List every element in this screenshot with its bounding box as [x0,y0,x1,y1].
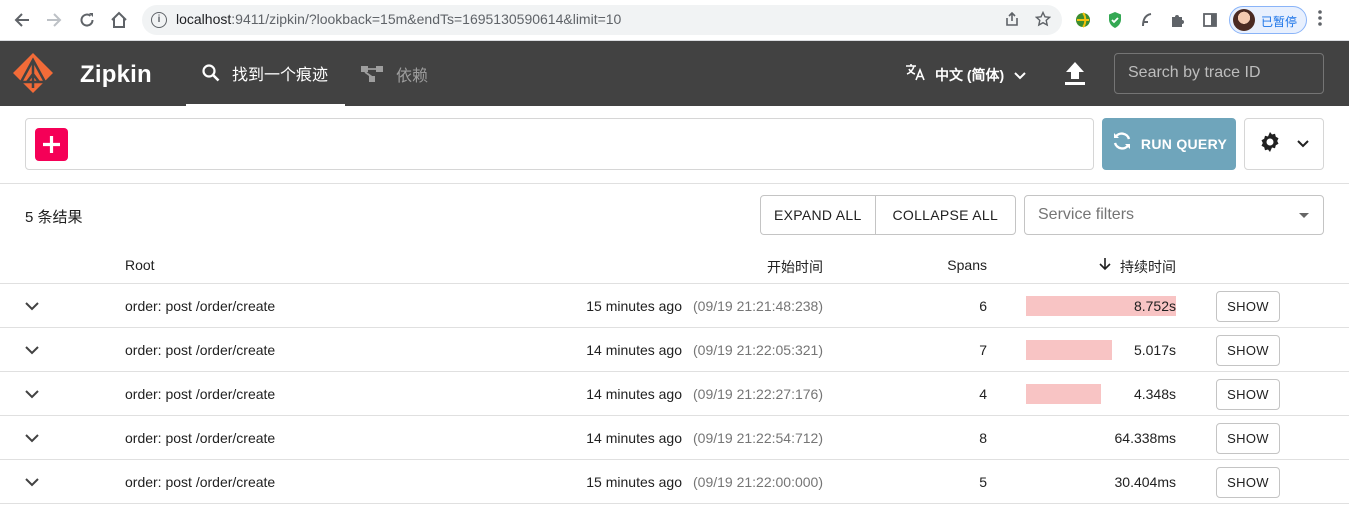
more-menu-icon[interactable] [1318,10,1322,31]
show-trace-button[interactable]: SHOW [1216,379,1280,410]
feather-extension-icon[interactable] [1137,10,1157,30]
absolute-start-time: (09/19 21:22:54:712) [693,430,823,446]
duration-value: 5.017s [1133,342,1176,358]
show-trace-button[interactable]: SHOW [1216,291,1280,322]
add-criteria-button[interactable] [35,128,68,161]
zipkin-logo-icon[interactable] [12,52,54,94]
expand-row-chevron-icon[interactable] [24,298,40,314]
duration-value: 8.752s [1133,298,1176,314]
duration-bar [1026,340,1112,360]
duration-value: 4.348s [1133,386,1176,402]
side-panel-icon[interactable] [1200,10,1220,30]
relative-start-time: 15 minutes ago [586,474,682,490]
upload-icon[interactable] [1063,59,1087,87]
chevron-down-icon [1297,135,1309,153]
relative-start-time: 14 minutes ago [586,386,682,402]
run-query-label: RUN QUERY [1140,136,1228,152]
settings-dropdown-button[interactable] [1244,118,1324,170]
puzzle-extensions-icon[interactable] [1168,10,1188,30]
dependency-graph-icon [360,65,384,83]
span-count: 8 [979,430,987,446]
forward-arrow-icon[interactable] [42,8,66,32]
refresh-icon [1111,130,1133,158]
expand-row-chevron-icon[interactable] [24,342,40,358]
show-trace-button[interactable]: SHOW [1216,335,1280,366]
span-count: 4 [979,386,987,402]
home-icon[interactable] [107,8,131,32]
tab-dependencies[interactable]: 依赖 [360,41,460,106]
column-start-time[interactable]: 开始时间 [767,257,823,277]
span-count: 6 [979,298,987,314]
site-info-icon[interactable]: i [151,12,167,28]
service-filter-placeholder: Service filters [1038,206,1135,223]
duration-bar [1026,384,1101,404]
plus-icon [43,136,60,153]
expand-row-chevron-icon[interactable] [24,386,40,402]
result-count: 5 条结果 [25,209,83,226]
tab-find-trace[interactable]: 找到一个痕迹 [186,41,345,106]
bookmark-star-icon[interactable] [1034,10,1052,31]
table-row[interactable]: order: post /order/create 15 minutes ago (… [0,284,1349,328]
language-selector[interactable]: 中文 (简体) [905,63,1026,86]
column-spans[interactable]: Spans [947,257,987,273]
absolute-start-time: (09/19 21:22:05:321) [693,342,823,358]
table-header: Root 开始时间 Spans 持续时间 [0,245,1349,284]
duration-value: 30.404ms [1114,474,1176,490]
table-row[interactable]: order: post /order/create 14 minutes ago (… [0,416,1349,460]
root-span-name: order: post /order/create [125,474,276,490]
address-bar[interactable]: i localhost:9411/zipkin/?lookback=15m&en… [142,5,1062,35]
shield-extension-icon[interactable] [1105,10,1125,30]
show-trace-button[interactable]: SHOW [1216,467,1280,498]
span-count: 5 [979,474,987,490]
duration-value: 64.338ms [1114,430,1176,446]
gear-icon [1259,131,1281,158]
absolute-start-time: (09/19 21:22:27:176) [693,386,823,402]
section-divider [0,183,1349,184]
profile-button[interactable]: 已暂停 [1229,6,1307,34]
show-trace-button[interactable]: SHOW [1216,423,1280,454]
table-row[interactable]: order: post /order/create 14 minutes ago (… [0,328,1349,372]
expand-collapse-group: EXPAND ALL COLLAPSE ALL [760,195,1016,235]
table-row[interactable]: order: post /order/create 15 minutes ago (… [0,460,1349,504]
brand-name[interactable]: Zipkin [80,61,152,89]
root-span-name: order: post /order/create [125,342,276,358]
avatar [1233,9,1255,31]
absolute-start-time: (09/19 21:22:00:000) [693,474,823,490]
trace-id-search-input[interactable]: Search by trace ID [1114,53,1324,94]
share-icon[interactable] [1004,11,1020,31]
profile-status-label: 已暂停 [1261,15,1298,29]
reload-icon[interactable] [75,8,99,32]
expand-row-chevron-icon[interactable] [24,430,40,446]
query-criteria-field[interactable] [25,118,1094,170]
chevron-down-icon [1014,67,1026,83]
expand-all-button[interactable]: EXPAND ALL [761,196,876,234]
collapse-all-button[interactable]: COLLAPSE ALL [876,196,1015,234]
relative-start-time: 15 minutes ago [586,298,682,314]
relative-start-time: 14 minutes ago [586,342,682,358]
column-duration[interactable]: 持续时间 [1120,257,1176,277]
expand-row-chevron-icon[interactable] [24,474,40,490]
column-root[interactable]: Root [125,257,155,273]
dropdown-arrow-icon [1299,213,1309,218]
relative-start-time: 14 minutes ago [586,430,682,446]
root-span-name: order: post /order/create [125,298,276,314]
search-icon [202,63,220,82]
translate-icon [905,63,925,86]
extension-globe-icon[interactable] [1073,10,1093,30]
tab-label: 找到一个痕迹 [232,66,329,84]
back-arrow-icon[interactable] [10,8,34,32]
app-header: Zipkin 找到一个痕迹 依赖 中文 (简体) Search by trace… [0,41,1349,106]
absolute-start-time: (09/19 21:21:48:238) [693,298,823,314]
span-count: 7 [979,342,987,358]
root-span-name: order: post /order/create [125,430,276,446]
table-row[interactable]: order: post /order/create 14 minutes ago (… [0,372,1349,416]
language-label: 中文 (简体) [935,66,1005,83]
browser-toolbar: i localhost:9411/zipkin/?lookback=15m&en… [0,0,1349,41]
url-text: localhost:9411/zipkin/?lookback=15m&endT… [176,11,622,27]
tab-label: 依赖 [396,67,429,85]
root-span-name: order: post /order/create [125,386,276,402]
run-query-button[interactable]: RUN QUERY [1102,118,1236,170]
service-filter-select[interactable]: Service filters [1024,195,1324,235]
sort-arrow-down-icon[interactable] [1098,257,1112,274]
